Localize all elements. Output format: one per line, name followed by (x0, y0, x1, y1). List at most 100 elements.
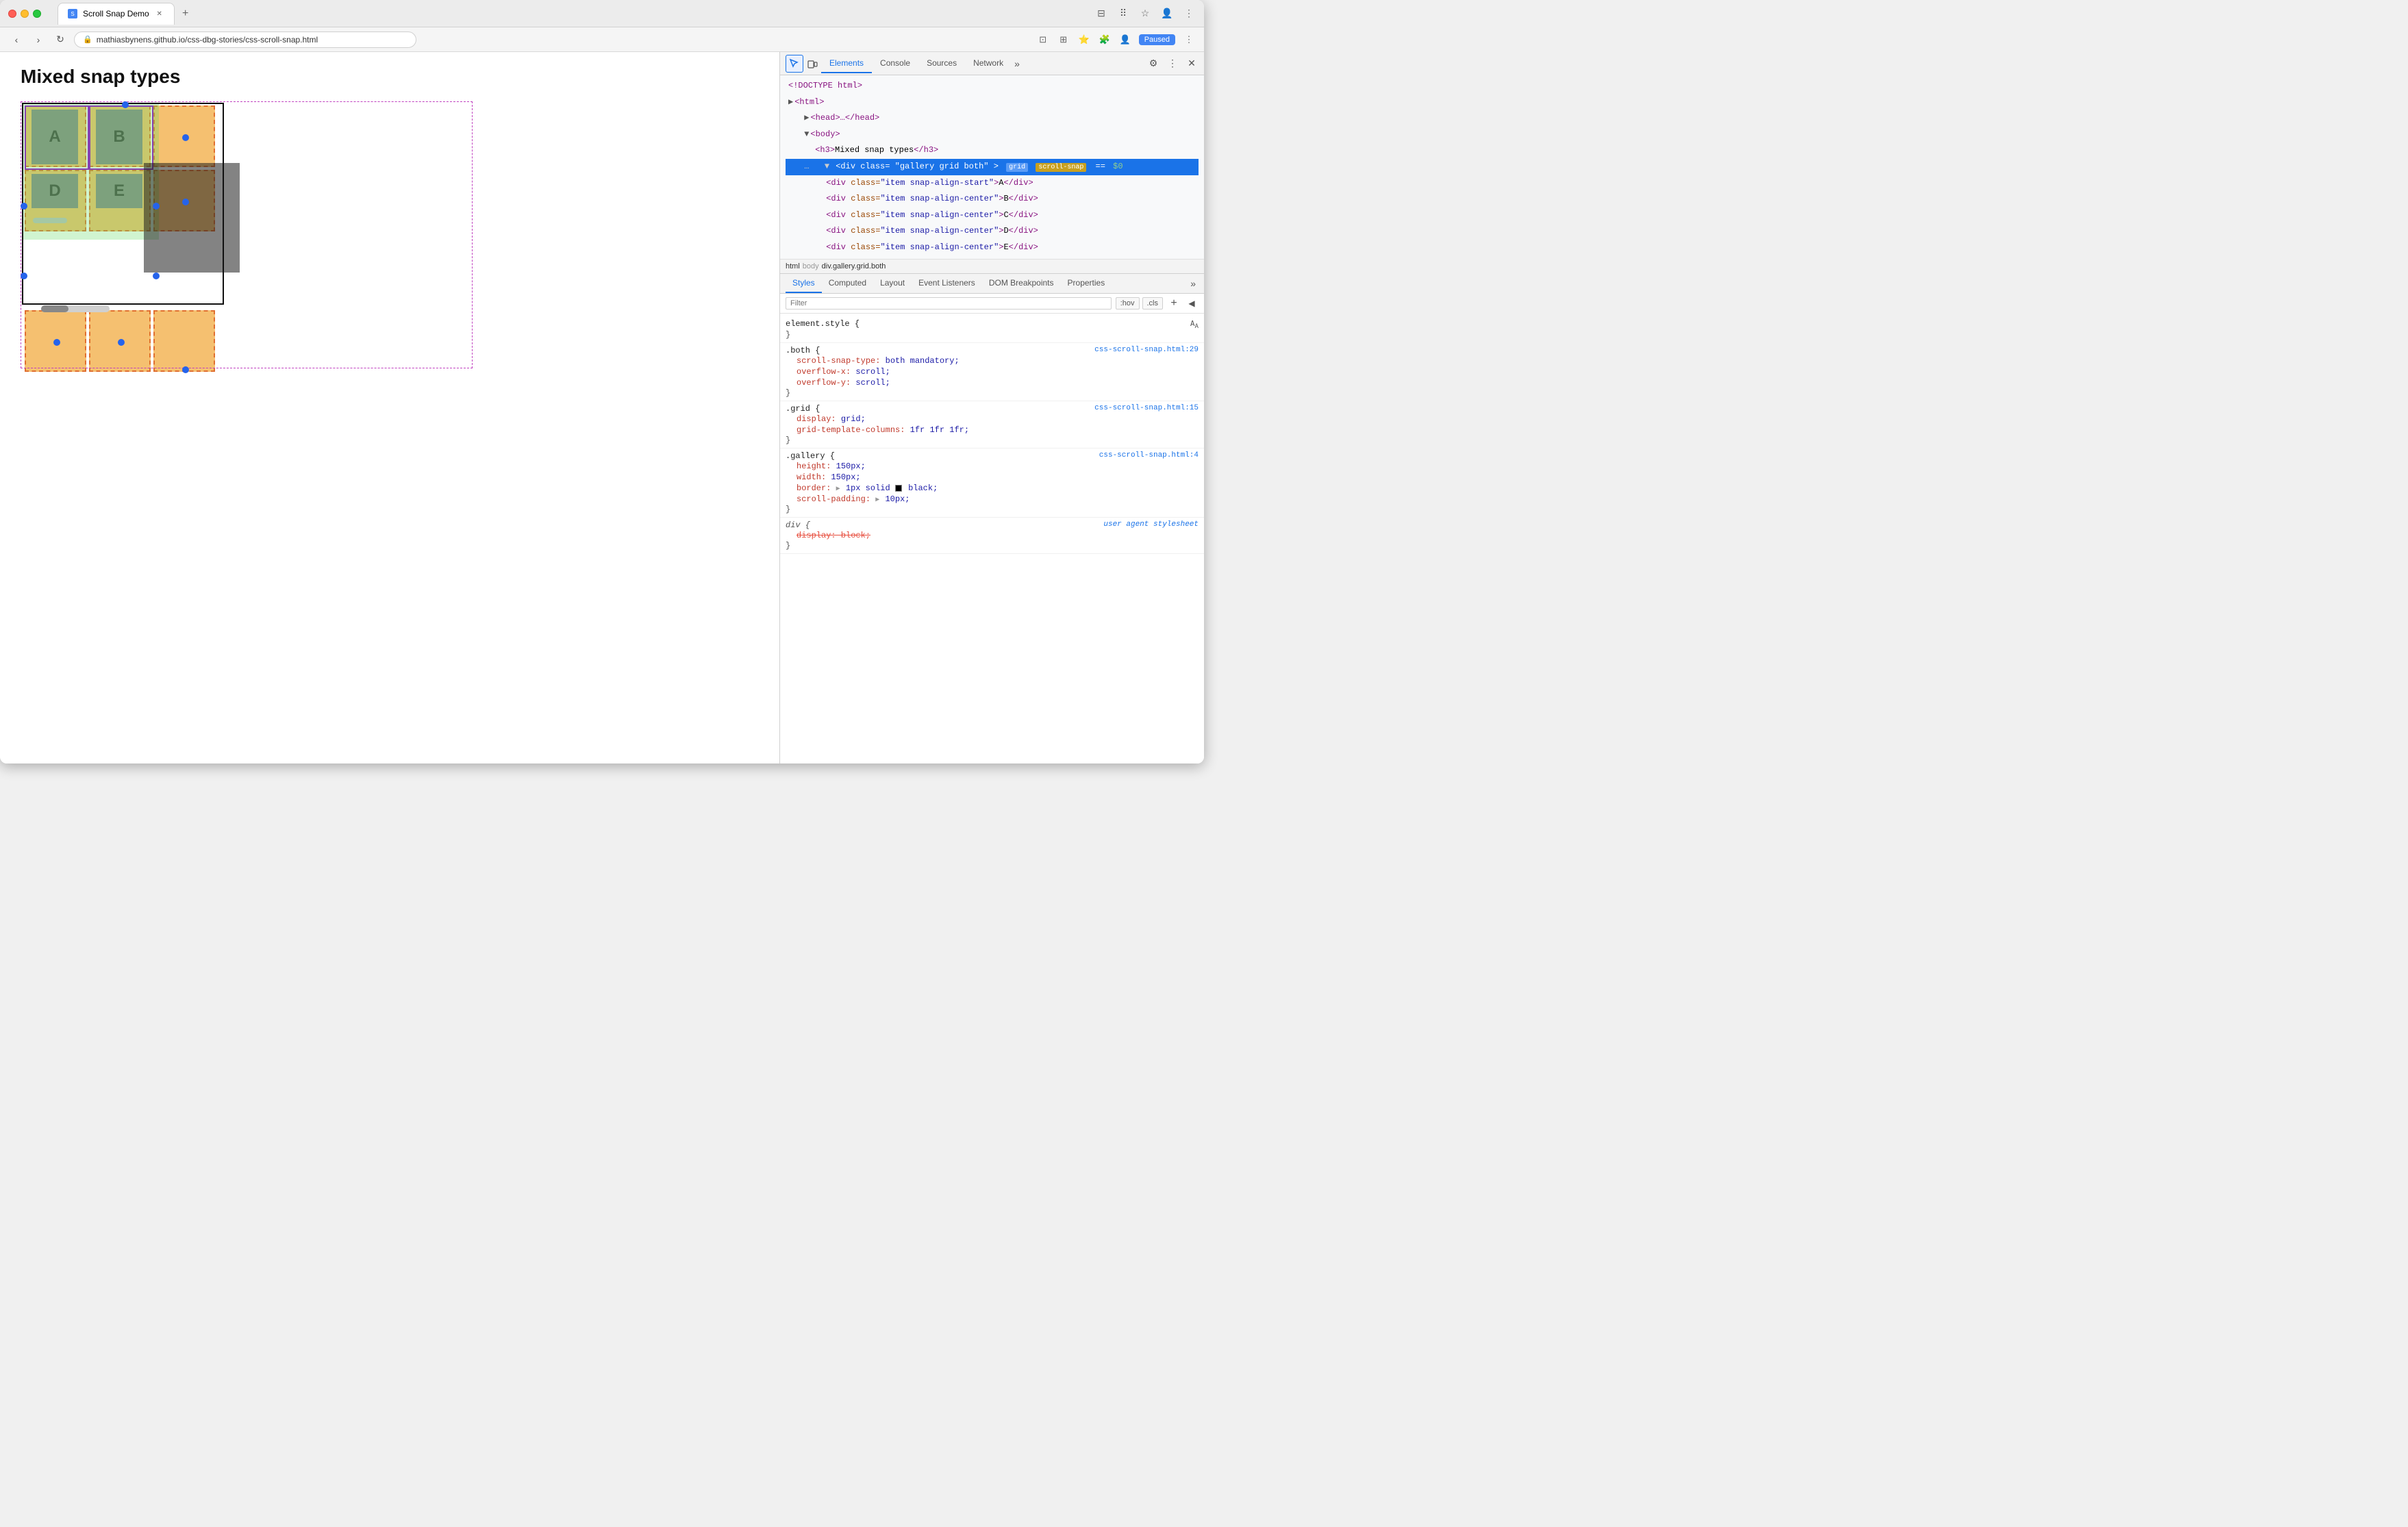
tab-computed[interactable]: Computed (822, 274, 873, 293)
css-prop-display: display: grid; (786, 414, 1199, 425)
main-area: Mixed snap types A (0, 52, 1204, 764)
tab-close-button[interactable]: ✕ (155, 9, 164, 18)
browser-tab[interactable]: S Scroll Snap Demo ✕ (58, 3, 175, 25)
item-d-line[interactable]: <div class="item snap-align-center">D</d… (786, 223, 1199, 240)
body-line[interactable]: ▼<body> (786, 127, 1199, 143)
css-selector-gallery: .gallery { (786, 451, 835, 461)
div-gallery-line[interactable]: … ▼ <div class= "gallery grid both" > gr… (786, 159, 1199, 175)
devtools-menu-icon[interactable]: ⋮ (1166, 57, 1179, 71)
traffic-lights (8, 10, 41, 18)
tab-console[interactable]: Console (872, 54, 918, 73)
css-selector-both: .both { (786, 346, 820, 355)
paused-button[interactable]: Paused (1139, 34, 1175, 45)
css-source-gallery[interactable]: css-scroll-snap.html:4 (1099, 451, 1199, 461)
grid-item-g (25, 310, 86, 372)
extension-icon[interactable]: 🧩 (1098, 33, 1112, 47)
device-toolbar-icon[interactable] (803, 55, 821, 73)
css-source-both[interactable]: css-scroll-snap.html:29 (1094, 346, 1199, 355)
font-size-control[interactable]: AA (1190, 319, 1199, 330)
h3-line[interactable]: <h3>Mixed snap types</h3> (786, 142, 1199, 159)
styles-filter: :hov .cls + ◀ (780, 294, 1204, 314)
blue-dot-i (182, 366, 189, 373)
item-label-b: B (96, 110, 142, 164)
screen-cast-icon[interactable]: ⊡ (1036, 33, 1050, 47)
head-line[interactable]: ▶<head>…</head> (786, 110, 1199, 127)
tab-properties[interactable]: Properties (1061, 274, 1112, 293)
grid-item-d: D (25, 170, 86, 231)
css-rule-gallery: .gallery { css-scroll-snap.html:4 height… (780, 449, 1204, 518)
url-bar[interactable]: 🔒 mathiasbynens.github.io/css-dbg-storie… (74, 31, 416, 48)
breadcrumb-div[interactable]: div.gallery.grid.both (822, 262, 886, 270)
item-b-line[interactable]: <div class="item snap-align-center">B</d… (786, 191, 1199, 207)
cls-button[interactable]: .cls (1142, 297, 1164, 310)
extensions-icon[interactable]: ⠿ (1116, 7, 1130, 21)
css-prop-overflow-y: overflow-y: scroll; (786, 377, 1199, 388)
more-tabs-button[interactable]: » (1014, 58, 1020, 69)
filter-input[interactable] (786, 297, 1112, 310)
blue-dot-bottom-right (153, 273, 160, 279)
toggle-arrows-button[interactable]: ◀ (1185, 296, 1199, 310)
tab-network[interactable]: Network (965, 54, 1012, 73)
more-icon[interactable]: ⋮ (1182, 33, 1196, 47)
close-devtools-icon[interactable]: ✕ (1185, 57, 1199, 71)
address-bar: ‹ › ↻ 🔒 mathiasbynens.github.io/css-dbg-… (0, 27, 1204, 52)
star-icon[interactable]: ☆ (1138, 7, 1152, 21)
grid-item-h (89, 310, 151, 372)
grid-item-c (153, 105, 215, 167)
close-button[interactable] (8, 10, 16, 18)
element-picker-icon[interactable] (786, 55, 803, 73)
css-close-div: } (786, 541, 1199, 551)
scrollbar-d (33, 218, 67, 223)
paused-label: Paused (1144, 36, 1170, 44)
new-tab-button[interactable]: + (177, 5, 194, 22)
tab-title: Scroll Snap Demo (83, 9, 149, 18)
grid-icon[interactable]: ⊞ (1057, 33, 1070, 47)
item-e-line[interactable]: <div class="item snap-align-center">E</d… (786, 240, 1199, 256)
breadcrumb: html body div.gallery.grid.both (780, 260, 1204, 274)
url-text: mathiasbynens.github.io/css-dbg-stories/… (97, 35, 318, 45)
profile-icon[interactable]: 👤 (1160, 7, 1174, 21)
reload-button[interactable]: ↻ (52, 31, 68, 48)
breadcrumb-sep-1: body (803, 262, 819, 270)
scrollbar-indicator (41, 305, 110, 312)
css-prop-width: width: 150px; (786, 472, 1199, 483)
tab-elements[interactable]: Elements (821, 54, 872, 73)
css-prop-height: height: 150px; (786, 461, 1199, 472)
cast-icon[interactable]: ⊟ (1094, 7, 1108, 21)
item-label-d: D (32, 174, 78, 208)
menu-icon[interactable]: ⋮ (1182, 7, 1196, 21)
title-bar: S Scroll Snap Demo ✕ + ⊟ ⠿ ☆ 👤 ⋮ (0, 0, 1204, 27)
forward-button[interactable]: › (30, 31, 47, 48)
tab-sources[interactable]: Sources (918, 54, 965, 73)
settings-icon[interactable]: ⚙ (1146, 57, 1160, 71)
grid-item-f (153, 170, 215, 231)
devtools-header-icons: ⚙ ⋮ ✕ (1146, 57, 1199, 71)
maximize-button[interactable] (33, 10, 41, 18)
hov-button[interactable]: :hov (1116, 297, 1140, 310)
tab-dom-breakpoints[interactable]: DOM Breakpoints (982, 274, 1061, 293)
tab-layout[interactable]: Layout (873, 274, 912, 293)
demo-area: A B D (21, 101, 233, 375)
item-label-e: E (96, 174, 142, 208)
tab-event-listeners[interactable]: Event Listeners (912, 274, 982, 293)
item-a-line[interactable]: <div class="item snap-align-start">A</di… (786, 175, 1199, 192)
html-open-line[interactable]: ▶<html> (786, 94, 1199, 111)
breadcrumb-html[interactable]: html (786, 262, 800, 270)
color-swatch-black[interactable] (895, 485, 902, 492)
browser-window: S Scroll Snap Demo ✕ + ⊟ ⠿ ☆ 👤 ⋮ ‹ › ↻ 🔒… (0, 0, 1204, 764)
css-rule-grid: .grid { css-scroll-snap.html:15 display:… (780, 401, 1204, 449)
css-rule-both: .both { css-scroll-snap.html:29 scroll-s… (780, 343, 1204, 401)
account-icon[interactable]: 👤 (1118, 33, 1132, 47)
doctype-line[interactable]: <!DOCTYPE html> (786, 78, 1199, 94)
minimize-button[interactable] (21, 10, 29, 18)
add-style-button[interactable]: + (1167, 296, 1181, 310)
devtools-panel: Elements Console Sources Network » ⚙ ⋮ ✕… (779, 52, 1204, 764)
css-source-grid[interactable]: css-scroll-snap.html:15 (1094, 404, 1199, 414)
styles-tab-more[interactable]: » (1188, 274, 1199, 293)
bookmark-icon[interactable]: ⭐ (1077, 33, 1091, 47)
lock-icon: 🔒 (83, 35, 92, 44)
blue-dot-g (53, 339, 60, 346)
tab-styles[interactable]: Styles (786, 274, 822, 293)
item-c-line[interactable]: <div class="item snap-align-center">C</d… (786, 207, 1199, 224)
back-button[interactable]: ‹ (8, 31, 25, 48)
